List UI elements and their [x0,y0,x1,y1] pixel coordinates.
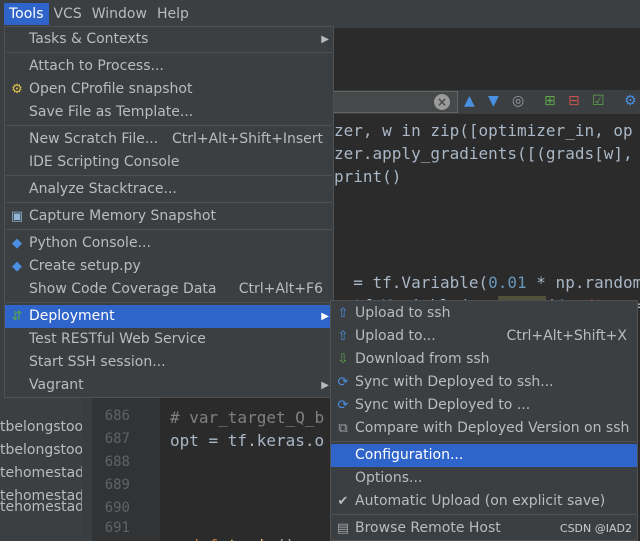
add-selection-icon[interactable]: ⊞ [544,93,556,109]
menu-item-python-console[interactable]: ◆ Python Console... [5,232,333,255]
menu-item-analyze-stacktrace[interactable]: Analyze Stacktrace... [5,178,333,201]
menu-bar: Tools VCS Window Help [0,0,640,28]
line-number: 690 [104,500,130,516]
menu-item-create-setup-py[interactable]: ◆ Create setup.py [5,255,333,278]
deployment-submenu: ⇧ Upload to ssh ⇧ Upload to... Ctrl+Alt+Shi… [330,300,638,541]
menu-item-test-restful[interactable]: Test RESTful Web Service [5,328,333,351]
menu-item-upload-to[interactable]: ⇧ Upload to... Ctrl+Alt+Shift+X [331,325,637,348]
arrow-down-icon[interactable]: ▼ [488,93,499,109]
menu-item-upload-to-ssh[interactable]: ⇧ Upload to ssh [331,302,637,325]
settings-gear-icon[interactable]: ⚙ [624,93,637,109]
submenu-arrow-icon: ▶ [321,311,329,322]
project-tree-item[interactable]: tehomestad [0,462,82,485]
upload-icon: ⇧ [337,306,349,321]
menu-item-automatic-upload[interactable]: ✔ Automatic Upload (on explicit save) [331,490,637,513]
sync-icon: ⟳ [337,375,349,390]
menu-tools[interactable]: Tools [4,3,49,25]
memory-snapshot-icon: ▣ [10,209,24,224]
menu-item-deployment[interactable]: ⇵ Deployment ▶ [5,305,333,328]
submenu-arrow-icon: ▶ [321,34,329,45]
menu-item-download-from-ssh[interactable]: ⇩ Download from ssh [331,348,637,371]
compare-icon: ⧉ [338,421,348,436]
menu-item-start-ssh-session[interactable]: Start SSH session... [5,351,333,374]
code-line: print() [334,167,402,186]
code-line: zer, w in zip([optimizer_in, op [334,121,633,140]
tools-menu: Tasks & Contexts ▶ Attach to Process... ⚙… [4,26,334,398]
menu-item-attach-to-process[interactable]: Attach to Process... [5,55,333,78]
checkmark-icon: ✔ [337,494,349,509]
line-number: 687 [104,431,130,447]
arrow-up-icon[interactable]: ▲ [464,93,475,109]
menu-item-save-as-template[interactable]: Save File as Template... [5,101,333,124]
menu-vcs[interactable]: VCS [49,3,87,25]
deployment-icon: ⇵ [11,309,23,324]
submenu-arrow-icon: ▶ [321,380,329,391]
code-line: zer.apply_gradients([(grads[w], [334,144,633,163]
project-tree-item[interactable]: tehomestad [0,496,82,519]
project-tree-pane: tbelongstoo tbelongstoo tehomestad tehom… [0,396,82,541]
menu-help[interactable]: Help [152,3,194,25]
project-scrollbar[interactable] [82,396,92,541]
menu-item-open-cprofile[interactable]: ⚙ Open CProfile snapshot [5,78,333,101]
menu-item-capture-memory-snapshot[interactable]: ▣ Capture Memory Snapshot [5,205,333,228]
remove-selection-icon[interactable]: ⊟ [568,93,580,109]
menu-item-sync-deployed-ssh[interactable]: ⟳ Sync with Deployed to ssh... [331,371,637,394]
select-all-icon[interactable]: ☑ [592,93,605,109]
find-occurrences-icon[interactable]: ◎ [512,93,524,109]
menu-item-compare-deployed[interactable]: ⧉ Compare with Deployed Version on ssh [331,417,637,440]
menu-item-configuration[interactable]: Configuration... [331,444,637,467]
upload-icon: ⇧ [337,329,349,344]
code-comment: # var_target_Q_b [170,408,325,427]
menu-item-new-scratch-file[interactable]: New Scratch File... Ctrl+Alt+Shift+Insert [5,128,333,151]
menu-item-vagrant[interactable]: Vagrant ▶ [5,374,333,397]
menu-item-show-code-coverage[interactable]: Show Code Coverage Data Ctrl+Alt+F6 [5,278,333,301]
menu-item-options[interactable]: Options... [331,467,637,490]
setup-py-icon: ◆ [12,259,22,274]
python-profile-icon: ⚙ [11,82,23,97]
project-tree-item[interactable]: tbelongstoo [0,416,82,439]
line-number: 688 [104,454,130,470]
remote-host-icon: ▤ [336,521,350,536]
line-number: 691 [104,520,130,536]
menu-window[interactable]: Window [87,3,152,25]
menu-item-ide-scripting-console[interactable]: IDE Scripting Console [5,151,333,174]
code-line: opt = tf.keras.o [170,431,325,450]
clear-search-icon[interactable]: × [434,94,450,110]
python-console-icon: ◆ [12,236,22,251]
line-number: 686 [104,408,130,424]
download-icon: ⇩ [337,352,349,367]
code-line: def train(): [170,517,305,541]
menu-item-tasks-contexts[interactable]: Tasks & Contexts ▶ [5,28,333,51]
project-tree-item[interactable]: tbelongstoo [0,439,82,462]
watermark: CSDN @IAD2 [559,522,632,535]
sync-icon: ⟳ [337,398,349,413]
menu-item-sync-deployed[interactable]: ⟳ Sync with Deployed to ... [331,394,637,417]
line-number: 689 [104,477,130,493]
